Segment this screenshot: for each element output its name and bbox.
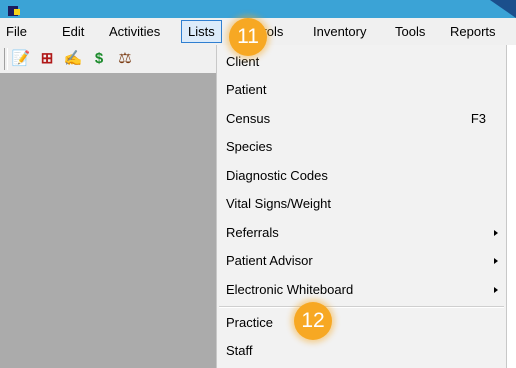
menu-activities[interactable]: Activities (103, 21, 166, 42)
step-callout-11: 11 (229, 18, 267, 56)
menu-item-referrals[interactable]: Referrals (217, 220, 506, 246)
menu-item-label: Diagnostic Codes (226, 168, 328, 183)
title-bar-decoration (490, 0, 516, 18)
menu-item-shortcut: F3 (470, 111, 486, 126)
menu-item-patient[interactable]: Patient (217, 77, 506, 103)
menu-item-client[interactable]: Client (217, 49, 506, 75)
menu-item-staff[interactable]: Staff (217, 338, 506, 364)
clipboard-icon[interactable]: 📝 (11, 49, 31, 69)
menu-item-diagnostic-codes[interactable]: Diagnostic Codes (217, 163, 506, 189)
menu-item-label: Species (226, 139, 273, 154)
menu-lists[interactable]: Lists (181, 20, 222, 43)
main-workspace (0, 73, 216, 368)
menu-item-label: Vital Signs/Weight (226, 196, 332, 211)
step-callout-12: 12 (294, 302, 332, 340)
menu-edit[interactable]: Edit (56, 21, 90, 42)
menu-item-practice[interactable]: Practice (217, 310, 506, 336)
menu-inventory[interactable]: Inventory (307, 21, 372, 42)
menu-item-vital-signs-weight[interactable]: Vital Signs/Weight (217, 191, 506, 217)
menu-item-label: Electronic Whiteboard (226, 282, 354, 297)
signature-icon[interactable]: ✍ (63, 49, 83, 69)
menu-item-label: Staff (226, 343, 253, 358)
toolbar: 📝 ⊞ ✍ $ ⚖ (0, 45, 216, 73)
menu-item-label: Census (226, 111, 271, 126)
menu-item-electronic-whiteboard[interactable]: Electronic Whiteboard (217, 277, 506, 303)
menu-item-label: Practice (226, 315, 273, 330)
submenu-arrow-icon (494, 230, 498, 236)
submenu-arrow-icon (494, 287, 498, 293)
menu-item-species[interactable]: Species (217, 134, 506, 160)
dollar-icon[interactable]: $ (89, 49, 109, 69)
menu-item-patient-advisor[interactable]: Patient Advisor (217, 248, 506, 274)
menu-item-census[interactable]: Census F3 (217, 106, 506, 132)
toolbar-separator (4, 48, 8, 70)
menu-item-label: Referrals (226, 225, 279, 240)
menu-reports[interactable]: Reports (444, 21, 502, 42)
scale-icon[interactable]: ⚖ (115, 49, 135, 69)
menu-separator (219, 306, 504, 308)
submenu-arrow-icon (494, 258, 498, 264)
title-bar (0, 0, 516, 18)
menu-item-label: Patient Advisor (226, 253, 313, 268)
menu-item-label: Patient (226, 82, 267, 97)
menu-tools[interactable]: Tools (389, 21, 431, 42)
menu-file[interactable]: File (0, 21, 33, 42)
medical-kit-icon[interactable]: ⊞ (37, 49, 57, 69)
app-logo-icon (8, 6, 20, 16)
lists-dropdown-menu: Client Patient Census F3 Species Diagnos… (216, 45, 507, 368)
